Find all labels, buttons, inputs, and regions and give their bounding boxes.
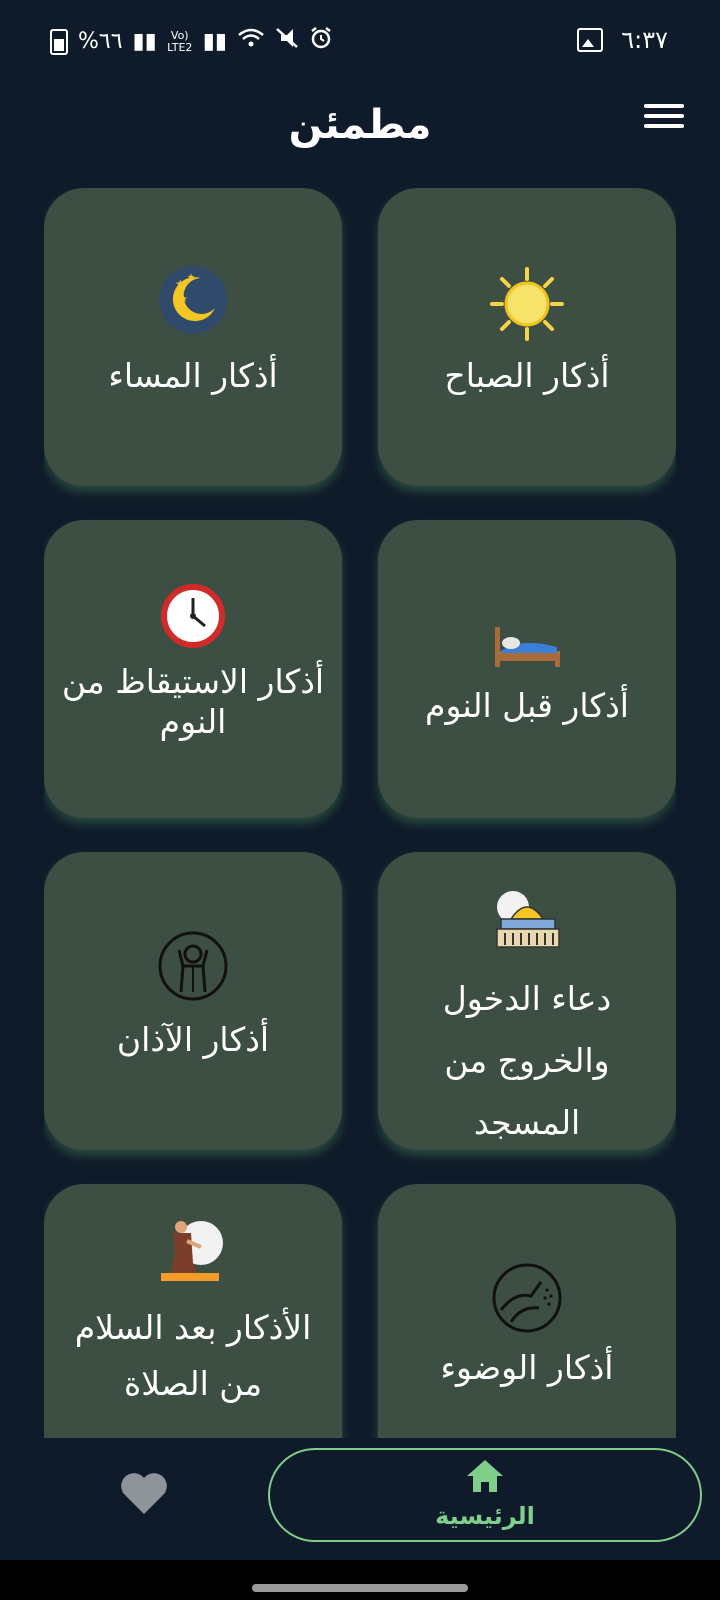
moon-icon: ★ ★ ★: [44, 260, 342, 340]
card-label: الأذكار بعد السلام من الصلاة: [74, 1308, 312, 1403]
card-label: أذكار قبل النوم: [425, 686, 629, 725]
battery-percent: %٦٦: [78, 29, 123, 54]
signal-icon: ▮▮: [132, 28, 157, 54]
app-header: مطمئن: [0, 80, 720, 180]
battery-icon: [50, 28, 68, 55]
svg-text:★: ★: [179, 294, 188, 305]
sun-icon: [378, 264, 676, 344]
card-adhan-adhkar[interactable]: أذكار الآذان: [44, 852, 342, 1150]
network-label: Vo) LTE2: [167, 28, 193, 54]
card-label: أذكار الصباح: [444, 356, 610, 395]
wifi-icon: [237, 27, 265, 56]
card-label: أذكار المساء: [108, 356, 278, 395]
signal-2-icon: ▮▮: [202, 28, 227, 54]
status-bar-right: ٦:٣٧: [577, 26, 668, 54]
bed-icon: [378, 606, 676, 686]
app-title: مطمئن: [288, 102, 432, 148]
card-morning-adhkar[interactable]: أذكار الصباح: [378, 188, 676, 486]
card-before-sleep-adhkar[interactable]: أذكار قبل النوم: [378, 520, 676, 818]
praying-man-icon: [44, 1210, 342, 1290]
system-navigation-bar: [0, 1560, 720, 1600]
alarm-clock-icon: [44, 576, 342, 656]
bottom-navigation: الرئيسية: [0, 1438, 720, 1560]
card-label: أذكار الآذان: [116, 1020, 270, 1059]
ablution-icon: [378, 1258, 676, 1338]
card-waking-adhkar[interactable]: أذكار الاستيقاظ من النوم: [44, 520, 342, 818]
muezzin-icon: [44, 926, 342, 1006]
menu-line: [644, 124, 684, 128]
svg-text:★: ★: [187, 273, 195, 283]
svg-text:★: ★: [175, 277, 186, 291]
home-icon: [270, 1456, 700, 1496]
card-after-prayer-adhkar[interactable]: الأذكار بعد السلام من الصلاة: [44, 1184, 342, 1438]
gesture-handle[interactable]: [252, 1584, 468, 1592]
card-label: أذكار الوضوء: [440, 1348, 614, 1387]
clock: ٦:٣٧: [621, 26, 668, 54]
alarm-icon: [309, 26, 333, 57]
card-wudu-adhkar[interactable]: أذكار الوضوء: [378, 1184, 676, 1438]
card-evening-adhkar[interactable]: ★ ★ ★ أذكار المساء: [44, 188, 342, 486]
menu-line: [644, 114, 684, 118]
home-tab-label: الرئيسية: [435, 1502, 535, 1530]
card-mosque-dua[interactable]: دعاء الدخول والخروج من المسجد: [378, 852, 676, 1150]
status-bar-left: %٦٦ ▮▮ Vo) LTE2 ▮▮: [50, 26, 333, 57]
card-label: دعاء الدخول والخروج من المسجد: [442, 979, 612, 1142]
card-label: أذكار الاستيقاظ من النوم: [61, 662, 325, 741]
favorites-button[interactable]: [118, 1470, 170, 1522]
menu-button[interactable]: [644, 96, 684, 134]
status-bar: %٦٦ ▮▮ Vo) LTE2 ▮▮ ٦:٣٧: [0, 0, 720, 80]
menu-line: [644, 104, 684, 108]
adhkar-grid: أذكار الصباح ★ ★ ★ أذكار المساء أذكار قب…: [44, 188, 676, 1438]
heart-icon: [121, 1473, 167, 1514]
image-notification-icon: [577, 28, 604, 52]
mute-icon: [275, 27, 299, 56]
app-screen: %٦٦ ▮▮ Vo) LTE2 ▮▮ ٦:٣٧ مطمئن أذكار الصب…: [0, 0, 720, 1600]
mosque-icon: [378, 878, 676, 958]
home-tab-button[interactable]: الرئيسية: [268, 1448, 702, 1542]
